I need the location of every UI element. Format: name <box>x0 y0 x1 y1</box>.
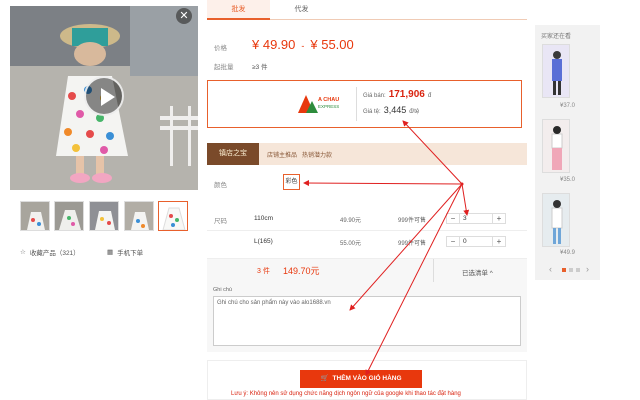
quantity-stepper[interactable]: − 0 + <box>446 236 506 247</box>
shop-link-main[interactable]: 店铺主推品 <box>267 150 297 159</box>
plus-button[interactable]: + <box>493 214 505 223</box>
row-divider <box>207 230 527 231</box>
shop-link-hot[interactable]: 热销潜力款 <box>302 150 332 159</box>
size-price: 55.00元 <box>340 241 362 247</box>
recommend-item-image[interactable] <box>542 193 570 247</box>
color-option[interactable]: 彩色 <box>283 174 300 190</box>
plus-button[interactable]: + <box>493 237 505 246</box>
sell-price-row: Giá bán: 171,906 đ <box>363 89 432 100</box>
purchase-tabs: 批发 代发 <box>207 0 527 20</box>
shipping-estimate-box: A CHAU EXPRESS Giá bán: 171,906 đ Giá tệ… <box>207 80 522 128</box>
size-label: 尺码 <box>214 218 227 225</box>
recommend-item-price: ¥35.0 <box>560 177 576 183</box>
quantity-stepper[interactable]: − 3 + <box>446 213 506 224</box>
shop-promo-bar: 镇店之宝 店铺主推品 热销潜力款 <box>207 143 527 165</box>
recommend-item-price: ¥37.0 <box>560 103 576 109</box>
quantity-input[interactable]: 3 <box>459 214 493 223</box>
carousel-dot[interactable] <box>576 268 580 272</box>
order-summary-bar: 3 件 149.70元 已选清单 ^ <box>207 258 527 283</box>
mobile-order-link[interactable]: ▦ 手机下单 <box>107 247 143 257</box>
note-textarea[interactable]: Ghi chú cho sản phẩm này vào alo1688.vn <box>213 296 521 346</box>
warning-note: Lưu ý: Không nên sử dụng chức năng dịch … <box>231 391 461 397</box>
shop-badge: 镇店之宝 <box>207 143 259 165</box>
prev-arrow-icon[interactable]: ‹ <box>549 264 552 274</box>
divider <box>433 259 434 283</box>
next-arrow-icon[interactable]: › <box>586 264 589 274</box>
cart-icon: 🛒 <box>320 375 329 382</box>
thumbnail-selected[interactable] <box>158 201 188 231</box>
recommend-item-image[interactable] <box>542 44 570 98</box>
quantity-input[interactable]: 0 <box>459 237 493 246</box>
size-stock: 999件可售 <box>398 218 427 224</box>
moq-value: ≥3 件 <box>252 64 268 71</box>
minus-button[interactable]: − <box>447 214 459 223</box>
color-label: 颜色 <box>214 182 227 189</box>
summary-total: 149.70元 <box>283 266 320 276</box>
thumbnail[interactable] <box>54 201 84 231</box>
play-icon[interactable] <box>84 76 124 116</box>
size-stock: 999件可售 <box>398 241 427 247</box>
add-to-cart-button[interactable]: 🛒 THÊM VÀO GIỎ HÀNG <box>300 370 422 388</box>
selected-list-toggle[interactable]: 已选清单 ^ <box>462 267 493 277</box>
carousel-dot-active[interactable] <box>562 268 566 272</box>
size-price: 49.90元 <box>340 218 362 224</box>
price-range: ¥ 49.90 - ¥ 55.00 <box>252 37 354 52</box>
thumbnail[interactable] <box>124 201 154 231</box>
qr-code-icon: ▦ <box>107 249 114 256</box>
recommend-title: 买家还在看 <box>541 34 572 40</box>
divider <box>356 87 357 121</box>
exchange-rate-row: Giá tệ: 3,445 đ/tệ <box>363 105 420 115</box>
moq-label: 起批量 <box>214 64 234 71</box>
thumbnail[interactable] <box>20 201 50 231</box>
carousel-dot[interactable] <box>569 268 573 272</box>
size-name: 110cm <box>254 215 274 222</box>
achau-logo: A CHAU EXPRESS <box>294 89 358 119</box>
minus-button[interactable]: − <box>447 237 459 246</box>
tab-wholesale[interactable]: 批发 <box>207 0 270 20</box>
summary-count: 3 件 <box>257 268 270 275</box>
favorite-link[interactable]: ☆ 收藏产品（321） <box>20 247 80 257</box>
size-name: L(165) <box>254 238 273 245</box>
tab-dropship[interactable]: 代发 <box>270 0 333 20</box>
recommend-item-image[interactable] <box>542 119 570 173</box>
thumbnail[interactable] <box>89 201 119 231</box>
recommend-item-price: ¥49.9 <box>560 250 576 256</box>
close-icon[interactable]: ✕ <box>176 8 192 24</box>
price-label: 价格 <box>214 45 227 52</box>
star-icon: ☆ <box>20 249 26 256</box>
note-label: Ghi chú <box>213 287 232 293</box>
